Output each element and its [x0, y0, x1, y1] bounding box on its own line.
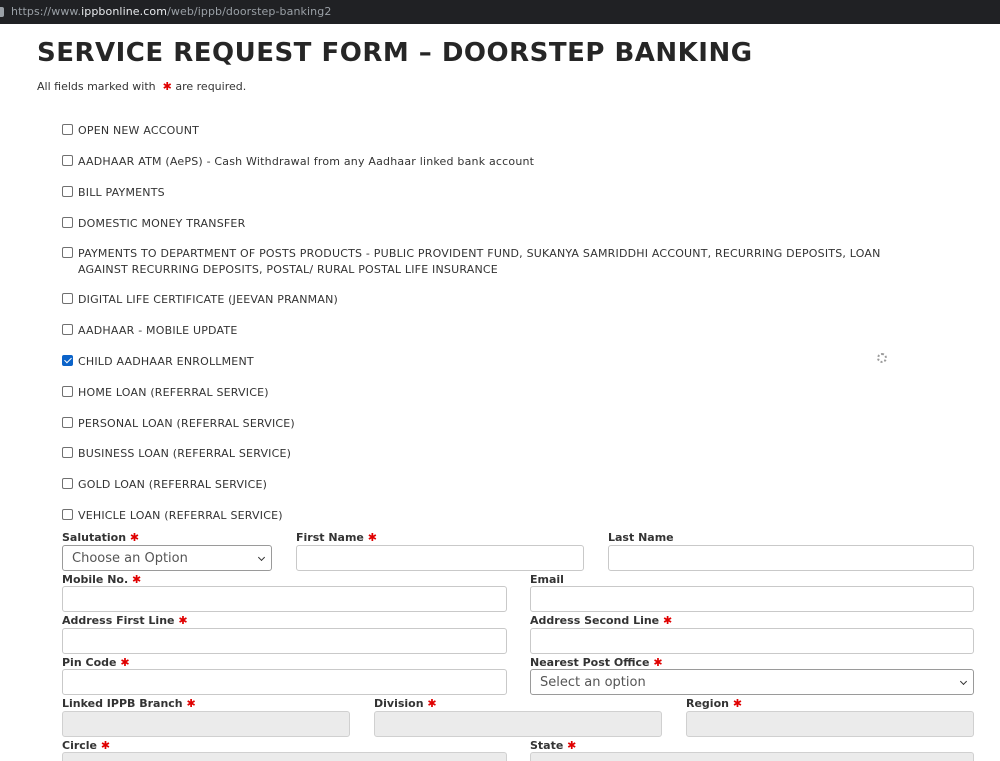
- browser-address-bar[interactable]: https://www.ippbonline.com/web/ippb/door…: [0, 0, 1000, 24]
- site-info-icon[interactable]: [0, 7, 4, 17]
- division-label: Division ✱: [374, 697, 437, 710]
- checkbox[interactable]: [62, 247, 73, 258]
- mobile-label: Mobile No. ✱: [62, 573, 142, 586]
- checkbox[interactable]: [62, 324, 73, 335]
- linked-branch-input: [62, 711, 350, 737]
- checkbox[interactable]: [62, 124, 73, 135]
- nearest-post-office-label: Nearest Post Office ✱: [530, 656, 663, 669]
- mobile-input[interactable]: [62, 586, 507, 612]
- page-title: SERVICE REQUEST FORM – DOORSTEP BANKING: [37, 38, 753, 68]
- state-input: [530, 752, 974, 761]
- address-second-line-label: Address Second Line ✱: [530, 614, 673, 627]
- state-label: State ✱: [530, 739, 577, 752]
- region-label: Region ✱: [686, 697, 743, 710]
- salutation-select[interactable]: Choose an Option: [62, 545, 272, 571]
- url-text[interactable]: https://www.ippbonline.com/web/ippb/door…: [11, 5, 331, 18]
- address-first-line-input[interactable]: [62, 628, 507, 654]
- chevron-down-icon: [257, 553, 266, 562]
- pin-code-input[interactable]: [62, 669, 507, 695]
- region-input: [686, 711, 974, 737]
- circle-input: [62, 752, 507, 761]
- address-second-line-input[interactable]: [530, 628, 974, 654]
- email-input[interactable]: [530, 586, 974, 612]
- linked-branch-label: Linked IPPB Branch ✱: [62, 697, 196, 710]
- first-name-input[interactable]: [296, 545, 584, 571]
- nearest-post-office-select[interactable]: Select an option: [530, 669, 974, 695]
- address-first-line-label: Address First Line ✱: [62, 614, 188, 627]
- checkbox[interactable]: [62, 217, 73, 228]
- checkbox[interactable]: [62, 417, 73, 428]
- checkbox[interactable]: [62, 447, 73, 458]
- division-input: [374, 711, 662, 737]
- pin-code-label: Pin Code ✱: [62, 656, 130, 669]
- last-name-label: Last Name: [608, 531, 674, 544]
- checkbox[interactable]: [62, 186, 73, 197]
- circle-label: Circle ✱: [62, 739, 111, 752]
- required-note: All fields marked with ✱ are required.: [37, 80, 247, 93]
- spinner-icon: [877, 353, 887, 363]
- chevron-down-icon: [959, 677, 968, 686]
- last-name-input[interactable]: [608, 545, 974, 571]
- checkbox-checked[interactable]: [62, 355, 73, 366]
- checkbox[interactable]: [62, 386, 73, 397]
- email-label: Email: [530, 573, 564, 586]
- salutation-label: Salutation ✱: [62, 531, 140, 544]
- checkbox[interactable]: [62, 509, 73, 520]
- checkbox[interactable]: [62, 478, 73, 489]
- checkbox[interactable]: [62, 293, 73, 304]
- checkbox[interactable]: [62, 155, 73, 166]
- first-name-label: First Name ✱: [296, 531, 377, 544]
